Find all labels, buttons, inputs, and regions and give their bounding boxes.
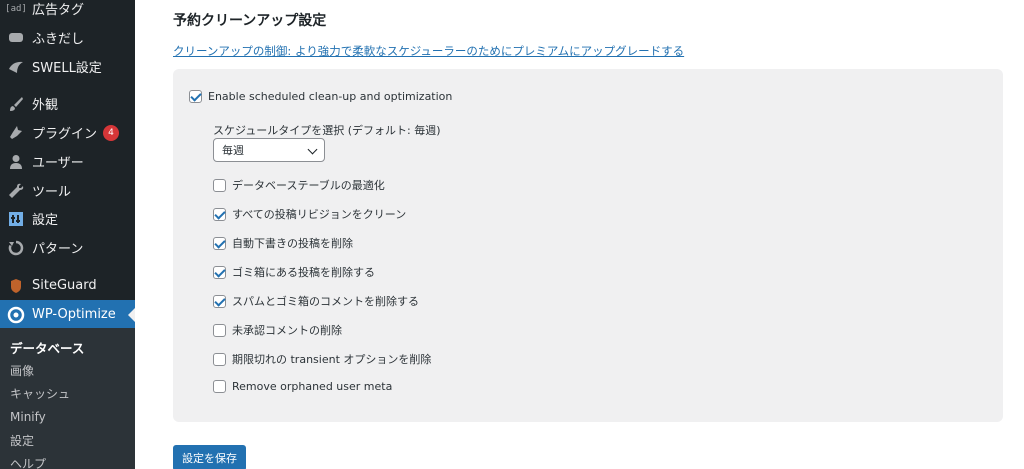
sidebar-item-label: ツール (32, 185, 72, 200)
option-checkbox[interactable] (213, 294, 226, 308)
option-optimize-tables[interactable]: データベーステーブルの最適化 (213, 177, 385, 193)
schedule-type-label: スケジュールタイプを選択 (デフォルト: 毎週) (213, 124, 441, 137)
option-remove-unapproved-comments[interactable]: 未承認コメントの削除 (213, 322, 342, 338)
option-checkbox[interactable] (213, 178, 226, 192)
option-checkbox[interactable] (213, 323, 226, 337)
option-label: スパムとゴミ箱のコメントを削除する (232, 295, 419, 308)
wrench-icon (6, 181, 26, 201)
sidebar-item-label: プラグイン (32, 127, 98, 142)
schedule-settings-panel: Enable scheduled clean-up and optimizati… (173, 69, 1003, 422)
option-clean-revisions[interactable]: すべての投稿リビジョンをクリーン (213, 206, 406, 222)
option-checkbox[interactable] (213, 207, 226, 221)
enable-schedule-option[interactable]: Enable scheduled clean-up and optimizati… (189, 90, 452, 103)
premium-upgrade-link[interactable]: クリーンアップの制御: より強力で柔軟なスケジューラーのためにプレミアムにアップ… (173, 43, 684, 59)
admin-sidebar: [ad] 広告タグ ふきだし SWELL設定 外観 プラグイン 4 ユーザー ツ… (0, 0, 135, 469)
sidebar-item-plugins[interactable]: プラグイン 4 (0, 118, 135, 147)
option-remove-orphaned-user-meta[interactable]: Remove orphaned user meta (213, 380, 392, 393)
save-settings-button[interactable]: 設定を保存 (173, 445, 246, 469)
sidebar-item-tools[interactable]: ツール (0, 176, 135, 205)
option-remove-trashed-posts[interactable]: ゴミ箱にある投稿を削除する (213, 264, 375, 280)
option-remove-transients[interactable]: 期限切れの transient オプションを削除 (213, 351, 431, 367)
siteguard-icon (6, 276, 26, 296)
submenu-item-database[interactable]: データベース (10, 336, 84, 358)
sidebar-item-label: 広告タグ (32, 3, 85, 18)
sidebar-item-settings[interactable]: 設定 (0, 204, 135, 233)
sidebar-item-label: パターン (32, 242, 84, 257)
enable-schedule-label: Enable scheduled clean-up and optimizati… (208, 90, 453, 103)
sidebar-item-label: 外観 (32, 98, 59, 113)
option-label: ゴミ箱にある投稿を削除する (232, 266, 375, 279)
schedule-type-select[interactable]: 毎週 (213, 138, 325, 162)
sidebar-item-label: 設定 (32, 213, 59, 228)
option-label: Remove orphaned user meta (232, 380, 393, 393)
sidebar-item-siteguard[interactable]: SiteGuard (0, 271, 135, 300)
wp-optimize-icon (6, 305, 26, 325)
option-label: 自動下書きの投稿を削除 (232, 237, 353, 250)
option-remove-spam-comments[interactable]: スパムとゴミ箱のコメントを削除する (213, 293, 419, 309)
sidebar-item-swell-settings[interactable]: SWELL設定 (0, 52, 135, 81)
schedule-type-value: 毎週 (222, 144, 244, 157)
submenu-item-settings[interactable]: 設定 (10, 429, 34, 451)
submenu-item-minify[interactable]: Minify (10, 406, 46, 428)
sidebar-item-label: ふきだし (32, 32, 85, 47)
sidebar-item-label: SiteGuard (32, 278, 97, 293)
option-label: 期限切れの transient オプションを削除 (232, 353, 432, 366)
sidebar-item-label: WP-Optimize (32, 307, 116, 322)
ad-tag-icon: [ad] (5, 3, 27, 14)
settings-icon (6, 209, 26, 229)
main-content: 予約クリーンアップ設定 クリーンアップの制御: より強力で柔軟なスケジューラーの… (135, 0, 1024, 469)
sidebar-item-label: SWELL設定 (32, 61, 102, 76)
chevron-down-icon (307, 144, 318, 155)
option-checkbox[interactable] (213, 236, 226, 250)
pattern-icon (6, 238, 26, 258)
plugin-update-badge: 4 (103, 124, 120, 141)
option-remove-auto-drafts[interactable]: 自動下書きの投稿を削除 (213, 235, 353, 251)
sidebar-item-users[interactable]: ユーザー (0, 147, 135, 176)
sidebar-item-label: ユーザー (32, 156, 84, 171)
sidebar-item-appearance[interactable]: 外観 (0, 89, 135, 118)
current-menu-arrow (128, 308, 135, 322)
section-heading: 予約クリーンアップ設定 (173, 13, 327, 29)
wp-optimize-submenu: データベース 画像 キャッシュ Minify 設定 ヘルプ (0, 328, 135, 469)
sidebar-item-patterns[interactable]: パターン (0, 233, 135, 262)
option-checkbox[interactable] (213, 352, 226, 366)
option-checkbox[interactable] (213, 265, 226, 279)
swell-icon (6, 57, 26, 77)
submenu-item-help[interactable]: ヘルプ (10, 452, 46, 469)
paintbrush-icon (6, 94, 26, 114)
option-label: すべての投稿リビジョンをクリーン (232, 208, 407, 221)
option-checkbox[interactable] (213, 380, 226, 393)
sidebar-item-fukidashi[interactable]: ふきだし (0, 23, 135, 52)
submenu-item-images[interactable]: 画像 (10, 359, 34, 381)
sidebar-item-wp-optimize[interactable]: WP-Optimize (0, 300, 135, 329)
option-label: データベーステーブルの最適化 (232, 179, 385, 192)
plugin-icon (6, 123, 26, 143)
submenu-item-cache[interactable]: キャッシュ (10, 382, 70, 404)
sidebar-item-ad-tag[interactable]: [ad] 広告タグ (0, 0, 135, 23)
enable-schedule-checkbox[interactable] (189, 90, 202, 103)
speech-bubble-icon (6, 28, 26, 48)
user-icon (6, 152, 26, 172)
option-label: 未承認コメントの削除 (232, 324, 342, 337)
